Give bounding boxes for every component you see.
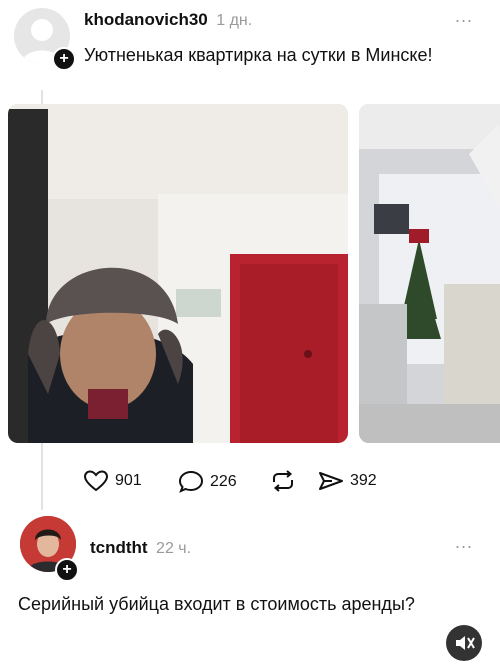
like-count: 901 [115, 472, 142, 489]
post-photo-1[interactable] [8, 104, 348, 443]
send-button[interactable]: 392 [318, 470, 377, 492]
comment-more-button[interactable]: ... [455, 532, 473, 553]
comment-button[interactable]: 226 [178, 470, 237, 494]
post-header: khodanovich30 1 дн. [84, 10, 252, 30]
share-count: 392 [350, 472, 377, 489]
comment-text: Серийный убийца входит в стоимость аренд… [18, 594, 415, 614]
post-time: 1 дн. [216, 12, 253, 29]
comment-time: 22 ч. [156, 540, 192, 557]
comment-header: tcndtht 22 ч. [90, 538, 191, 558]
mute-button[interactable] [446, 625, 482, 661]
post-photo-2[interactable] [359, 104, 500, 443]
post-more-button[interactable]: ... [455, 6, 473, 27]
send-icon [319, 472, 343, 490]
repost-button[interactable] [270, 470, 296, 492]
mute-icon [456, 636, 475, 650]
post-text: Уютненькая квартирка на сутки в Минске! [84, 45, 433, 65]
follow-plus-badge[interactable]: + [55, 558, 79, 582]
post-username[interactable]: khodanovich30 [84, 10, 208, 29]
heart-icon [83, 470, 109, 492]
repost-icon [273, 470, 293, 492]
comment-username[interactable]: tcndtht [90, 538, 148, 557]
like-button[interactable]: 901 [83, 470, 142, 492]
follow-plus-badge[interactable]: + [52, 47, 76, 71]
comment-count: 226 [210, 473, 237, 490]
comment-bubble-icon [178, 470, 204, 493]
